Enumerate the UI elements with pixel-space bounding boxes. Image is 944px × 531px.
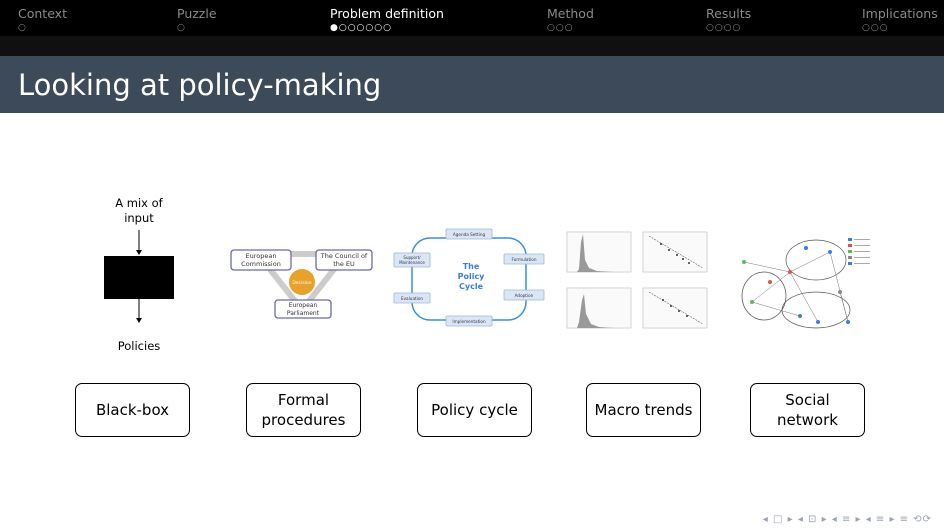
blackbox-input-label: A mix of input xyxy=(104,196,174,226)
nav-label: Context xyxy=(18,6,67,21)
nav-dots: ○ xyxy=(18,23,27,33)
top-navigation: Context ○ Puzzle ○ Problem definition ●○… xyxy=(0,0,944,36)
nav-dots: ○○○ xyxy=(862,23,889,33)
macro-trends-plots xyxy=(566,231,708,329)
cycle-center-text: The xyxy=(463,262,480,271)
svg-text:Adoption: Adoption xyxy=(515,293,534,298)
formal-procedures-label: Formal procedures xyxy=(246,383,361,437)
policy-cycle-text: Policy cycle xyxy=(431,401,518,419)
macro-trends-text: Macro trends xyxy=(594,401,693,419)
nav-section-problem-definition[interactable]: Problem definition ●○○○○○○ xyxy=(330,6,444,34)
svg-text:Commission: Commission xyxy=(241,260,281,268)
social-text-line2: network xyxy=(777,411,838,429)
social-text-line1: Social xyxy=(785,391,830,409)
nav-label: Puzzle xyxy=(177,6,217,21)
policy-cycle-label: Policy cycle xyxy=(417,383,532,437)
formal-text-line2: procedures xyxy=(261,411,346,429)
blackbox-diagram xyxy=(104,230,174,323)
blackbox-output-label: Policies xyxy=(117,339,161,353)
nav-section-implications[interactable]: Implications ○○○ xyxy=(862,6,938,34)
nav-section-method[interactable]: Method ○○○ xyxy=(547,6,594,34)
parliament-text: European xyxy=(289,302,318,309)
black-box-label: Black-box xyxy=(75,383,190,437)
council-text: The Council of xyxy=(320,252,368,260)
nav-section-context[interactable]: Context ○ xyxy=(18,6,67,34)
black-box-text: Black-box xyxy=(95,401,170,419)
input-label-line: input xyxy=(124,211,154,225)
svg-text:Cycle: Cycle xyxy=(459,282,484,291)
formal-procedures-diagram: European Commission The Council of the E… xyxy=(230,249,373,319)
input-label-line: A mix of xyxy=(115,196,163,210)
decision-text: Decision xyxy=(292,280,311,286)
slide-title: Looking at policy-making xyxy=(18,68,382,102)
commission-text: European xyxy=(246,252,277,260)
social-network-label: Social network xyxy=(750,383,865,437)
nav-dots: ○○○○ xyxy=(706,23,742,33)
nav-label: Implications xyxy=(862,6,938,21)
nav-section-puzzle[interactable]: Puzzle ○ xyxy=(177,6,217,34)
social-network-diagram xyxy=(741,238,870,329)
macro-trends-label: Macro trends xyxy=(586,383,701,437)
svg-text:Implementation: Implementation xyxy=(452,319,486,324)
svg-text:the EU: the EU xyxy=(333,260,355,268)
nav-section-results[interactable]: Results ○○○○ xyxy=(706,6,751,34)
nav-label: Method xyxy=(547,6,594,21)
svg-text:Parliament: Parliament xyxy=(287,310,320,317)
header-spacer xyxy=(0,36,944,56)
svg-text:Maintenance: Maintenance xyxy=(399,260,425,265)
black-box-shape xyxy=(104,256,174,299)
formal-text-line1: Formal xyxy=(277,391,330,409)
beamer-navigation-controls[interactable]: ◂ □ ▸ ◂ ⊡ ▸ ◂ ≡ ▸ ◂ ≡ ▸ ≡ ⟲⟳ xyxy=(763,514,932,525)
svg-text:Evaluation: Evaluation xyxy=(401,296,423,301)
nav-label: Results xyxy=(706,6,752,21)
svg-text:Formulation: Formulation xyxy=(512,257,537,262)
policy-cycle-diagram: Agenda Setting Formulation Adoption Impl… xyxy=(393,228,545,327)
svg-text:Agenda Setting: Agenda Setting xyxy=(453,232,486,237)
nav-dots: ●○○○○○○ xyxy=(330,23,392,33)
svg-text:Policy: Policy xyxy=(458,272,486,281)
nav-label: Problem definition xyxy=(330,6,444,21)
nav-dots: ○ xyxy=(177,23,186,33)
title-bar: Looking at policy-making xyxy=(0,56,944,113)
nav-dots: ○○○ xyxy=(547,23,574,33)
